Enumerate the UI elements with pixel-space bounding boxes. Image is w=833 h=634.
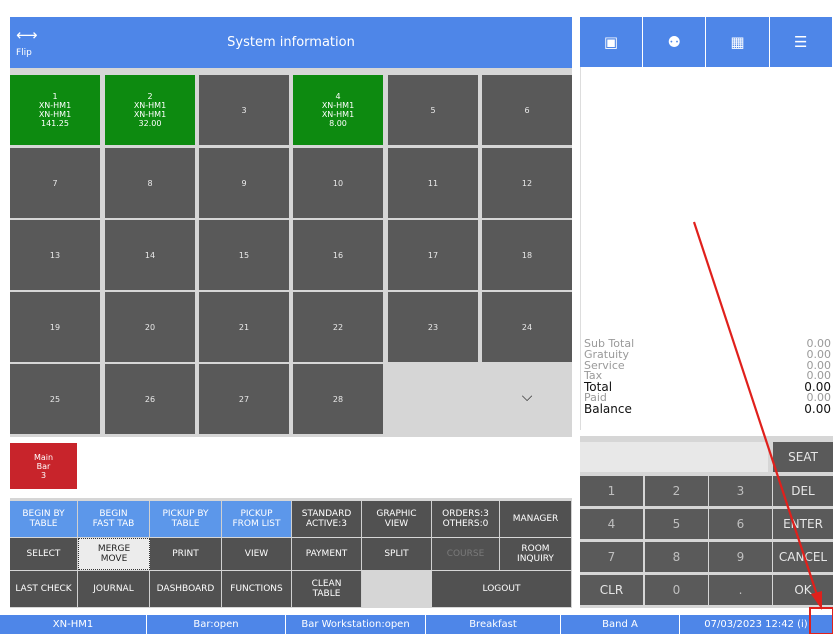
keypad-key[interactable]: DEL [773, 476, 833, 506]
table-tile[interactable]: 3 [199, 75, 289, 145]
table-tile[interactable]: 15 [199, 220, 289, 290]
function-button[interactable]: SPLIT [362, 538, 432, 570]
function-button[interactable]: ROOM INQUIRY [500, 538, 572, 570]
table-tile[interactable]: 9 [199, 148, 289, 218]
keypad-key[interactable]: 4 [580, 509, 643, 539]
keypad-key[interactable]: CLR [580, 575, 643, 605]
status-item: Breakfast [426, 615, 561, 634]
flip-label: Flip [16, 47, 32, 58]
table-tile[interactable]: 14 [105, 220, 195, 290]
keypad-key[interactable]: ENTER [773, 509, 833, 539]
keypad-key[interactable]: OK [773, 575, 833, 605]
function-button[interactable]: JOURNAL [78, 571, 150, 607]
function-button[interactable]: PAYMENT [292, 538, 362, 570]
keypad-key[interactable]: 3 [709, 476, 772, 506]
area-main-bar-button[interactable]: Main Bar 3 [10, 443, 77, 489]
keypad-key[interactable]: 2 [645, 476, 708, 506]
status-item: Band A [561, 615, 680, 634]
keypad-key[interactable]: . [709, 575, 772, 605]
table-tile[interactable]: 25 [10, 364, 100, 434]
function-button[interactable]: PRINT [150, 538, 222, 570]
function-button[interactable]: FUNCTIONS [222, 571, 292, 607]
function-button[interactable]: VIEW [222, 538, 292, 570]
function-button[interactable]: LAST CHECK [10, 571, 78, 607]
status-item: XN-HM1 [0, 615, 147, 634]
table-tile[interactable]: 16 [293, 220, 383, 290]
function-button[interactable]: MANAGER [500, 501, 572, 537]
table-tile[interactable]: 23 [388, 292, 478, 362]
table-tile[interactable]: 8 [105, 148, 195, 218]
flip-button[interactable]: ⟷ Flip [10, 17, 70, 68]
table-tile[interactable]: 28 [293, 364, 383, 434]
table-tile[interactable]: 10 [293, 148, 383, 218]
keypad-key[interactable]: 8 [645, 542, 708, 572]
table-tile[interactable]: 27 [199, 364, 289, 434]
table-icon[interactable]: ▣ [580, 17, 643, 67]
function-button[interactable]: COURSE [432, 538, 500, 570]
function-button[interactable]: CLEAN TABLE [292, 571, 362, 607]
function-button[interactable]: BEGIN FAST TAB [78, 501, 150, 537]
total-value: 0.00 [804, 401, 831, 416]
function-button[interactable]: STANDARD ACTIVE:3 [292, 501, 362, 537]
table-tile[interactable]: 2 XN-HM1 XN-HM1 32.00 [105, 75, 195, 145]
function-button[interactable]: SELECT [10, 538, 78, 570]
seat-button[interactable]: SEAT [773, 442, 833, 472]
keypad-key[interactable]: 0 [645, 575, 708, 605]
table-tile[interactable]: 7 [10, 148, 100, 218]
status-item: 07/03/2023 12:42 (i) [680, 615, 833, 634]
receipt-icon[interactable]: ☰ [770, 17, 833, 67]
left-right-arrow-icon: ⟷ [16, 25, 38, 44]
grid-icon[interactable]: ▦ [707, 17, 770, 67]
guests-icon[interactable]: ⚉ [643, 17, 707, 67]
function-button[interactable]: MERGE MOVE [78, 538, 150, 570]
status-item: Bar Workstation:open [286, 615, 426, 634]
total-label: Balance [584, 401, 632, 416]
scroll-down-chevron-icon[interactable]: ⌵ [482, 364, 572, 430]
order-list [580, 67, 833, 430]
keypad-display[interactable] [580, 442, 768, 472]
table-tile[interactable]: 20 [105, 292, 195, 362]
keypad-key[interactable]: 9 [709, 542, 772, 572]
table-tile[interactable]: 5 [388, 75, 478, 145]
table-tile[interactable]: 26 [105, 364, 195, 434]
keypad-key[interactable]: 1 [580, 476, 643, 506]
function-button[interactable]: BEGIN BY TABLE [10, 501, 78, 537]
function-button[interactable]: PICKUP BY TABLE [150, 501, 222, 537]
table-tile[interactable]: 21 [199, 292, 289, 362]
function-button[interactable]: ORDERS:3 OTHERS:0 [432, 501, 500, 537]
table-tile[interactable]: 13 [10, 220, 100, 290]
keypad-key[interactable]: 7 [580, 542, 643, 572]
table-tile[interactable]: 24 [482, 292, 572, 362]
keypad-key[interactable]: CANCEL [773, 542, 833, 572]
status-item: Bar:open [147, 615, 286, 634]
table-tile[interactable]: 11 [388, 148, 478, 218]
table-tile[interactable]: 1 XN-HM1 XN-HM1 141.25 [10, 75, 100, 145]
page-title: System information [227, 35, 355, 50]
keypad-key[interactable]: 6 [709, 509, 772, 539]
table-tile[interactable]: 6 [482, 75, 572, 145]
table-tile[interactable]: 19 [10, 292, 100, 362]
function-button[interactable]: GRAPHIC VIEW [362, 501, 432, 537]
function-button[interactable]: DASHBOARD [150, 571, 222, 607]
table-tile[interactable]: 22 [293, 292, 383, 362]
table-tile[interactable]: 4 XN-HM1 XN-HM1 8.00 [293, 75, 383, 145]
keypad-key[interactable]: 5 [645, 509, 708, 539]
table-tile[interactable]: 17 [388, 220, 478, 290]
function-button[interactable]: LOGOUT [432, 571, 572, 607]
table-tile[interactable]: 18 [482, 220, 572, 290]
table-tile[interactable]: 12 [482, 148, 572, 218]
function-button[interactable]: PICKUP FROM LIST [222, 501, 292, 537]
